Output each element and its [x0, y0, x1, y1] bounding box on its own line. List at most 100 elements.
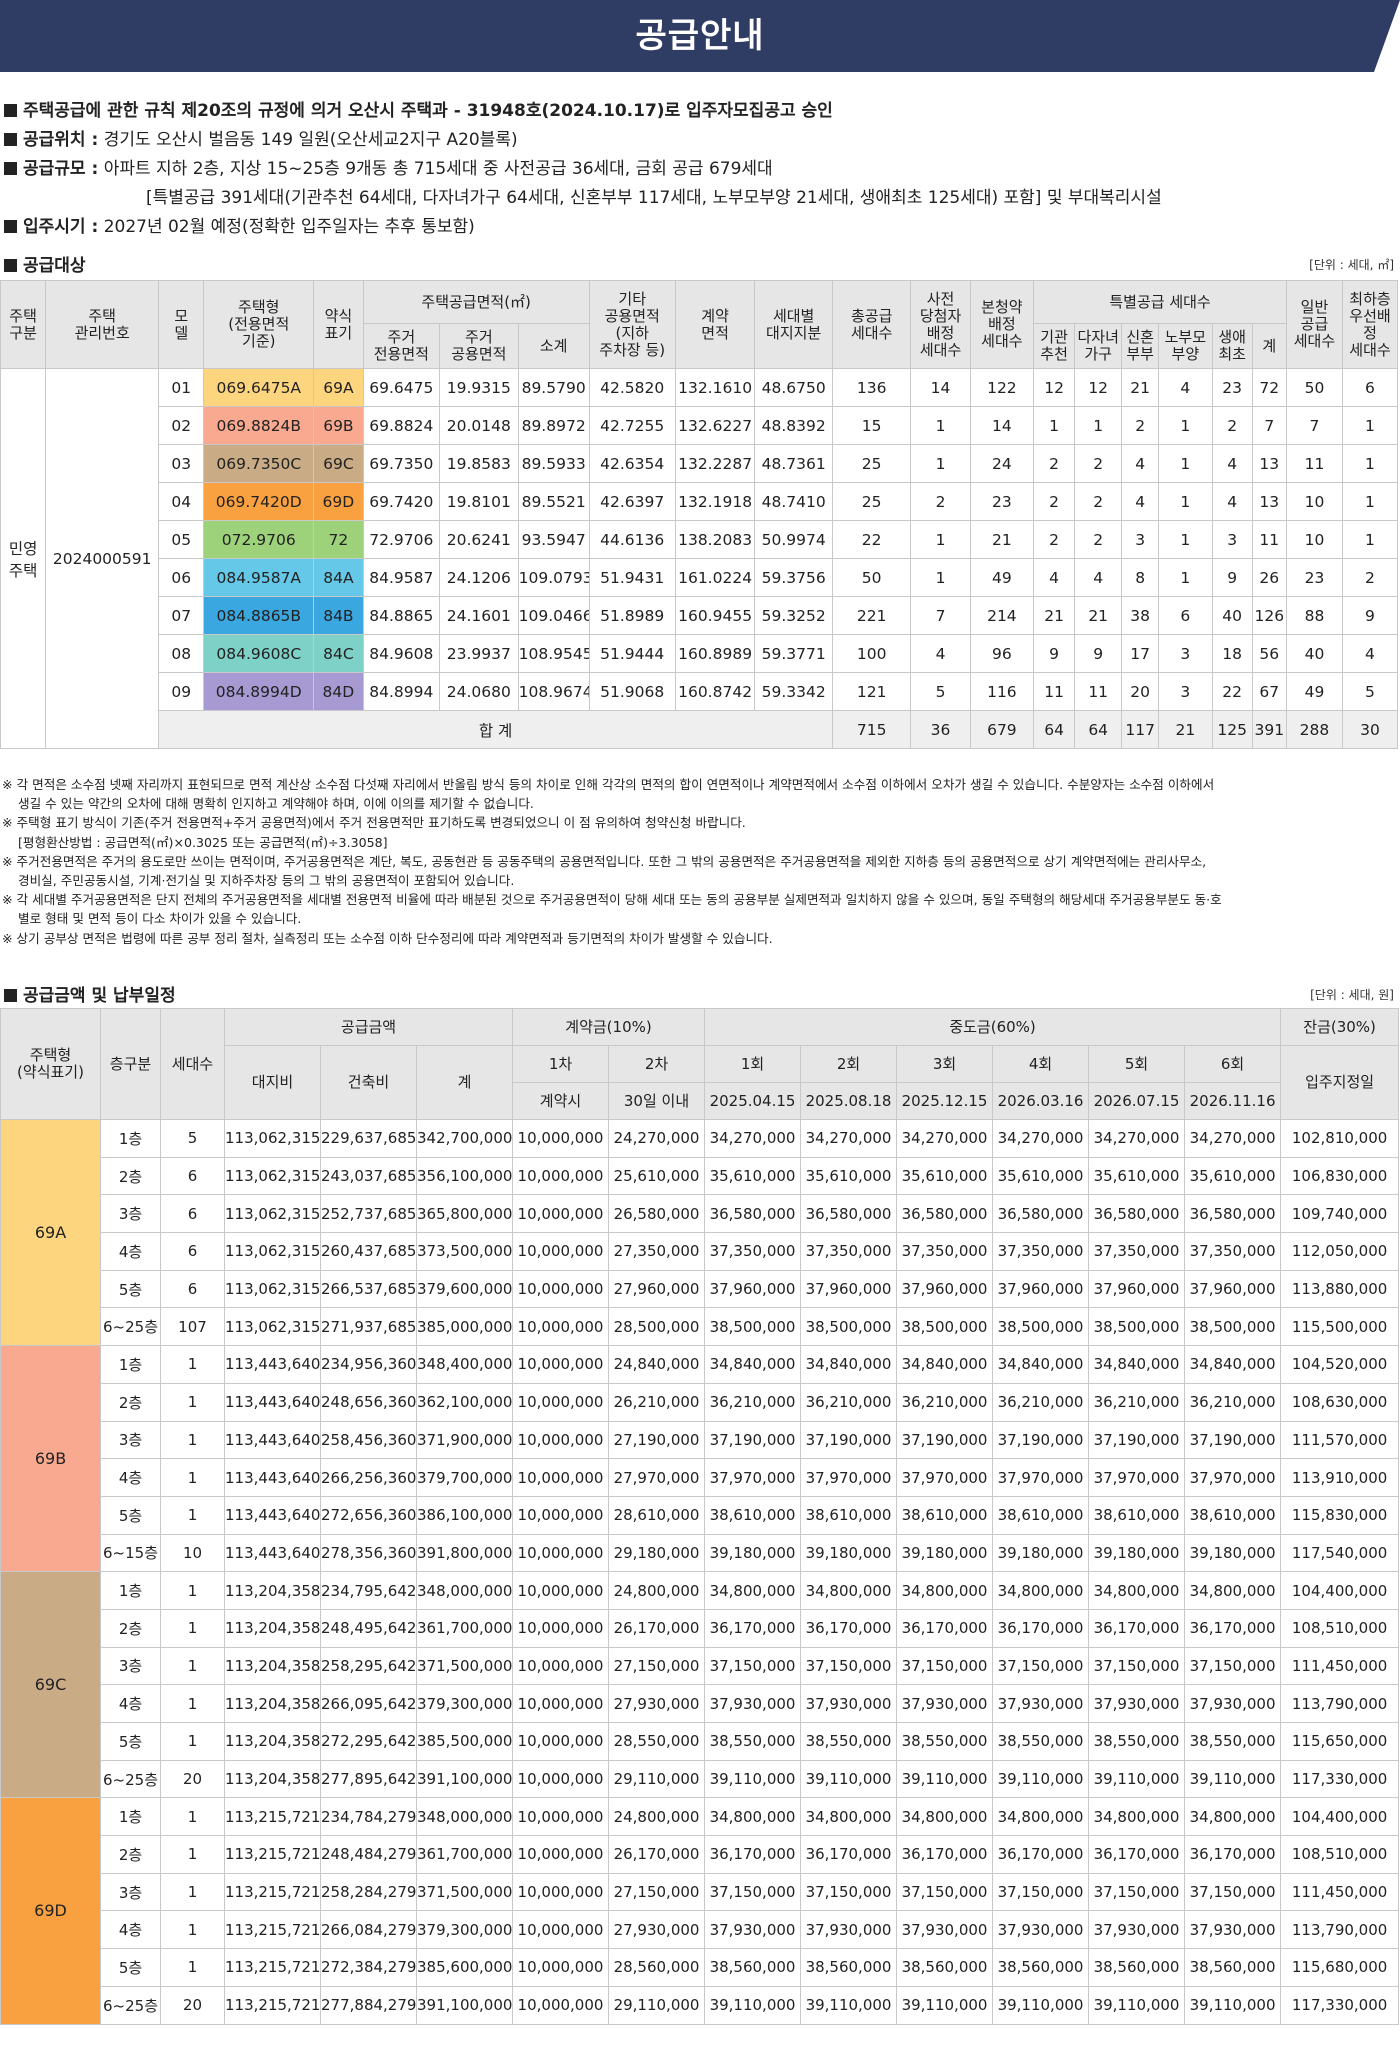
- value-cell-ca: 160.9455: [674, 596, 756, 635]
- value-cell-pre: 2: [910, 482, 971, 521]
- middle-2-cell: 34,270,000: [800, 1119, 898, 1158]
- middle-2-cell: 36,170,000: [800, 1608, 898, 1648]
- value-cell-total: 25: [831, 482, 912, 521]
- value-cell-ls: 59.3252: [754, 596, 833, 635]
- note-line: 경비실, 주민공동시설, 기계·전기실 및 지하주차장 등의 그 밖의 공용면적…: [18, 873, 515, 889]
- value-cell-co: 19.8101: [439, 482, 519, 521]
- header-deposit-1-when: 계약시: [512, 1082, 609, 1120]
- units-cell: 20: [160, 1759, 225, 1799]
- value-cell-ssum: 7: [1251, 406, 1287, 445]
- middle-1-cell: 36,580,000: [704, 1194, 802, 1234]
- land-cost-cell: 113,215,721: [224, 1985, 321, 2025]
- floor-cell: 5층: [100, 1495, 161, 1535]
- middle-3-cell: 34,800,000: [896, 1571, 994, 1610]
- value-cell-s4: 6: [1157, 596, 1213, 635]
- note-line: 별로 형태 및 면적 등이 다소 차이가 있을 수 있습니다.: [18, 911, 302, 927]
- value-cell-s5: 18: [1211, 634, 1253, 673]
- value-cell-ex: 69.8824: [362, 406, 441, 445]
- price-total-cell: 385,600,000: [416, 1948, 513, 1987]
- value-cell-ca: 132.1610: [674, 368, 756, 407]
- units-cell: 1: [160, 1458, 225, 1497]
- square-bullet-icon: [4, 220, 17, 233]
- abbr-cell: 84D: [313, 672, 364, 711]
- price-total-cell: 385,500,000: [416, 1722, 513, 1761]
- deposit-1-cell: 10,000,000: [512, 1269, 609, 1309]
- value-cell-ex: 72.9706: [362, 520, 441, 559]
- value-cell-main: 23: [969, 482, 1035, 521]
- header-deposit-2-when: 30일 이내: [607, 1082, 706, 1120]
- deposit-2-cell: 24,270,000: [607, 1119, 706, 1158]
- balance-cell: 104,400,000: [1280, 1571, 1400, 1610]
- value-cell-sub: 109.0466: [517, 596, 590, 635]
- value-cell-oc: 42.7255: [588, 406, 676, 445]
- note-line: ※ 각 면적은 소수점 넷째 자리까지 표현되므로 면적 계산상 소수점 다섯째…: [2, 777, 1215, 792]
- deposit-2-cell: 28,500,000: [607, 1307, 706, 1347]
- land-cost-cell: 113,443,640: [224, 1458, 321, 1497]
- value-cell-total: 221: [831, 596, 912, 635]
- table-row: 3층 1 113,204,358 258,295,642 371,500,000 10,0…: [1, 1646, 1400, 1686]
- units-cell: 6: [160, 1156, 225, 1196]
- middle-3-cell: 38,610,000: [896, 1495, 994, 1535]
- value-cell-s4: 3: [1157, 672, 1213, 711]
- units-cell: 1: [160, 1608, 225, 1648]
- middle-3-cell: 37,960,000: [896, 1269, 994, 1309]
- middle-2-cell: 39,110,000: [800, 1985, 898, 2025]
- middle-2-cell: 34,800,000: [800, 1797, 898, 1837]
- value-cell-main: 21: [969, 520, 1035, 559]
- table-row: 07 084.8865B 84B 84.8865 24.1601 109.0466 51.8…: [1, 596, 1399, 635]
- middle-3-cell: 37,930,000: [896, 1684, 994, 1723]
- table-row: 3층 1 113,443,640 258,456,360 371,900,000 10,0…: [1, 1420, 1400, 1460]
- units-cell: 5: [160, 1119, 225, 1158]
- middle-1-cell: 34,840,000: [704, 1345, 802, 1384]
- deposit-2-cell: 26,170,000: [607, 1835, 706, 1874]
- middle-1-cell: 34,270,000: [704, 1119, 802, 1158]
- building-cost-cell: 278,356,360: [320, 1533, 417, 1573]
- header-common: 주거 공용면적: [439, 323, 519, 369]
- floor-cell: 4층: [100, 1232, 161, 1271]
- abbr-cell: 69D: [313, 482, 364, 521]
- value-cell-total: 22: [831, 520, 912, 559]
- middle-2-cell: 37,190,000: [800, 1420, 898, 1460]
- middle-2-cell: 38,550,000: [800, 1722, 898, 1761]
- balance-cell: 117,330,000: [1280, 1985, 1400, 2025]
- value-cell-ex: 69.6475: [362, 368, 441, 407]
- floor-cell: 5층: [100, 1948, 161, 1987]
- table-row: 4층 1 113,204,358 266,095,642 379,300,000 10,0…: [1, 1684, 1400, 1723]
- middle-4-cell: 36,170,000: [992, 1608, 1090, 1648]
- table-row: 4층 1 113,215,721 266,084,279 379,300,000 10,0…: [1, 1910, 1400, 1950]
- middle-3-cell: 38,550,000: [896, 1722, 994, 1761]
- square-bullet-icon: [4, 133, 17, 146]
- middle-2-cell: 34,840,000: [800, 1345, 898, 1384]
- middle-6-cell: 37,190,000: [1184, 1420, 1282, 1460]
- price-total-cell: 379,300,000: [416, 1910, 513, 1950]
- middle-2-cell: 36,210,000: [800, 1382, 898, 1422]
- value-cell-co: 24.0680: [439, 672, 519, 711]
- balance-cell: 102,810,000: [1280, 1119, 1400, 1158]
- building-cost-cell: 277,884,279: [320, 1985, 417, 2025]
- sum-cell-s4: 21: [1157, 710, 1213, 749]
- middle-6-cell: 34,800,000: [1184, 1571, 1282, 1610]
- value-cell-pre: 7: [910, 596, 971, 635]
- deposit-2-cell: 28,610,000: [607, 1495, 706, 1535]
- value-cell-s2: 4: [1074, 558, 1123, 597]
- value-cell-low: 9: [1341, 596, 1399, 635]
- header-type: 주택형 (전용면적 기준): [203, 280, 315, 369]
- type-group-cell: 69B: [0, 1345, 101, 1573]
- value-cell-low: 4: [1341, 634, 1399, 673]
- value-cell-oc: 42.5820: [588, 368, 676, 407]
- middle-1-cell: 35,610,000: [704, 1156, 802, 1196]
- middle-5-cell: 34,800,000: [1088, 1797, 1186, 1837]
- value-cell-co: 20.6241: [439, 520, 519, 559]
- value-cell-ssum: 26: [1251, 558, 1287, 597]
- approval-line: 주택공급에 관한 규칙 제20조의 규정에 의거 오산시 주택과 - 31948…: [4, 97, 1394, 126]
- deposit-1-cell: 10,000,000: [512, 1345, 609, 1384]
- header-main-units: 본청약 배정 세대수: [969, 280, 1035, 369]
- middle-5-cell: 36,170,000: [1088, 1835, 1186, 1874]
- price-total-cell: 386,100,000: [416, 1495, 513, 1535]
- land-cost-cell: 113,204,358: [224, 1722, 321, 1761]
- value-cell-main: 24: [969, 444, 1035, 483]
- middle-1-cell: 36,170,000: [704, 1835, 802, 1874]
- middle-2-cell: 37,930,000: [800, 1684, 898, 1723]
- value-cell-oc: 42.6397: [588, 482, 676, 521]
- floor-cell: 2층: [100, 1608, 161, 1648]
